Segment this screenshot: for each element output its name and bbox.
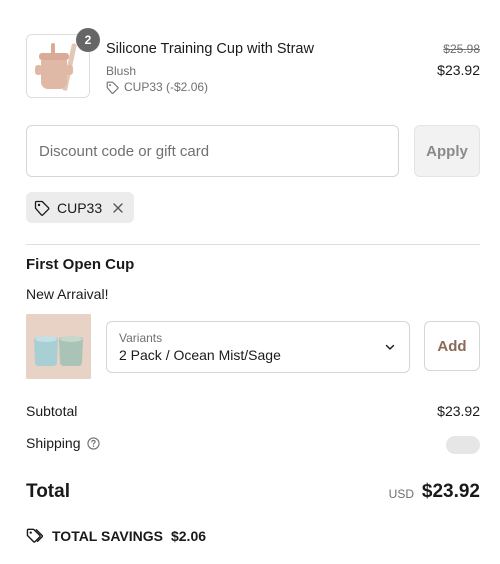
upsell-title: First Open Cup — [26, 256, 135, 273]
shipping-row: Shipping — [26, 435, 480, 454]
apply-discount-button[interactable]: Apply — [414, 125, 480, 177]
original-price: $25.98 — [443, 42, 480, 56]
subtotal-value: $23.92 — [437, 403, 480, 419]
open-cup-image — [26, 314, 91, 379]
shipping-value-placeholder — [446, 436, 480, 454]
total-label: Total — [26, 481, 70, 502]
savings-label: TOTAL SAVINGS — [52, 528, 163, 544]
tag-icon — [106, 81, 119, 94]
upsell-subtitle: New Arraival! — [26, 286, 109, 302]
tag-icon — [34, 200, 50, 216]
upsell-product-image — [26, 314, 91, 379]
help-circle-icon[interactable] — [86, 436, 100, 450]
quantity-badge: 2 — [76, 28, 100, 52]
chevron-down-icon — [385, 344, 395, 350]
product-title: Silicone Training Cup with Straw — [106, 41, 314, 57]
subtotal-row: Subtotal $23.92 — [26, 403, 480, 419]
shipping-label: Shipping — [26, 435, 81, 451]
line-discount: CUP33 (-$2.06) — [106, 80, 208, 94]
discount-code-input[interactable] — [26, 125, 399, 177]
applied-code-label: CUP33 — [57, 199, 103, 216]
discount-form: Apply — [26, 125, 480, 177]
shipping-label-wrap: Shipping — [26, 435, 480, 451]
line-discount-label: CUP33 (-$2.06) — [124, 80, 209, 94]
product-variant: Blush — [106, 64, 137, 78]
remove-discount-button[interactable] — [112, 202, 124, 214]
close-icon — [113, 202, 123, 213]
savings-amount: $2.06 — [170, 528, 207, 544]
total-row: Total USD $23.92 — [26, 479, 480, 505]
add-upsell-button[interactable]: Add — [424, 321, 480, 371]
tags-icon — [26, 528, 44, 543]
section-divider — [26, 244, 480, 245]
total-savings: TOTAL SAVINGS $2.06 — [26, 528, 206, 544]
cart-line-item: 2 Silicone Training Cup with Straw Blush… — [26, 28, 480, 100]
total-amount: $23.92 — [421, 481, 480, 502]
variant-select[interactable]: Variants 2 Pack / Ocean Mist/Sage — [106, 321, 410, 373]
variant-select-value: 2 Pack / Ocean Mist/Sage — [119, 347, 281, 363]
line-price: $23.92 — [437, 62, 480, 78]
variant-select-label: Variants — [119, 331, 163, 345]
applied-discount-tag: CUP33 — [26, 192, 135, 223]
subtotal-label: Subtotal — [26, 403, 78, 419]
total-currency: USD — [388, 487, 414, 501]
